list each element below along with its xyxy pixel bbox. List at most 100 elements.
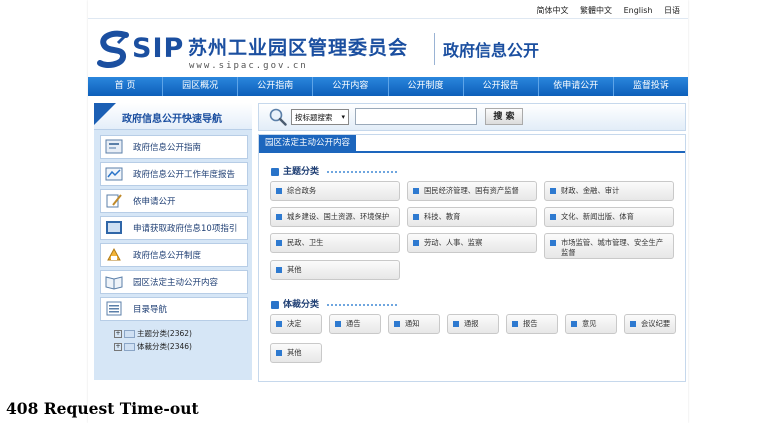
sidebar-item-disclosure[interactable]: 园区法定主动公开内容 xyxy=(100,270,248,294)
search-type-value: 按标题搜索 xyxy=(295,113,333,122)
sidebar-item-label: 依申请公开 xyxy=(133,197,176,207)
section-bullet-icon xyxy=(271,167,279,176)
theme-button-label: 综合政务 xyxy=(287,186,317,195)
header-subtitle: 政府信息公开 xyxy=(443,41,540,60)
search-button[interactable]: 搜 索 xyxy=(485,108,523,125)
tree-item-label: 主题分类(2362) xyxy=(137,329,192,338)
square-bullet-icon xyxy=(276,321,282,327)
lang-simplified-link[interactable]: 简体中文 xyxy=(536,6,568,15)
theme-button-label: 城乡建设、国土资源、环境保护 xyxy=(287,212,390,221)
theme-button-label: 其他 xyxy=(287,265,302,274)
square-bullet-icon xyxy=(512,321,518,327)
theme-button[interactable]: 劳动、人事、监察 xyxy=(407,233,537,253)
square-bullet-icon xyxy=(453,321,459,327)
main-nav: 首 页 园区概况 公开指南 公开内容 公开制度 公开报告 依申请公开 监督投诉 xyxy=(88,77,688,96)
sidebar-item-label: 申请获取政府信息10项指引 xyxy=(133,224,238,234)
sidebar-item-catalog[interactable]: 目录导航 xyxy=(100,297,248,321)
theme-button-label: 财政、金融、审计 xyxy=(561,186,620,195)
nav-content[interactable]: 公开内容 xyxy=(313,77,389,96)
sidebar-item-apply[interactable]: 依申请公开 xyxy=(100,189,248,213)
nav-report[interactable]: 公开报告 xyxy=(464,77,539,96)
genre-button-label: 通知 xyxy=(405,319,420,328)
square-bullet-icon xyxy=(413,188,419,194)
header-divider xyxy=(434,33,435,65)
theme-button-label: 科技、教育 xyxy=(424,212,461,221)
genre-button[interactable]: 通报 xyxy=(447,314,499,334)
tree-item-genre[interactable]: + 体裁分类(2346) xyxy=(114,341,192,352)
sip-logo-icon[interactable] xyxy=(96,29,132,69)
lang-traditional-link[interactable]: 繁體中文 xyxy=(580,6,612,15)
genre-button[interactable]: 意见 xyxy=(565,314,617,334)
disclosure-icon xyxy=(105,276,123,290)
genre-button[interactable]: 通知 xyxy=(388,314,440,334)
theme-button[interactable]: 城乡建设、国土资源、环境保护 xyxy=(270,207,400,227)
page-container: 简体中文 繁體中文 English 日语 SIP 苏州工业园区管理委员会 www… xyxy=(88,0,688,423)
folder-icon xyxy=(124,343,135,351)
genre-button[interactable]: 决定 xyxy=(270,314,322,334)
genre-button-label: 会议纪要 xyxy=(641,319,671,328)
content-tab[interactable]: 园区法定主动公开内容 xyxy=(259,135,357,151)
section-dotted-line xyxy=(327,171,397,176)
square-bullet-icon xyxy=(550,188,556,194)
expand-plus-icon[interactable]: + xyxy=(114,330,122,338)
sidebar-item-10-guides[interactable]: 申请获取政府信息10项指引 xyxy=(100,216,248,240)
sidebar-header: 政府信息公开快速导航 xyxy=(94,103,252,130)
square-bullet-icon xyxy=(276,267,282,273)
nav-application[interactable]: 依申请公开 xyxy=(539,77,614,96)
sidebar-item-guide[interactable]: 政府信息公开指南 xyxy=(100,135,248,159)
sidebar-item-annual-report[interactable]: 政府信息公开工作年度报告 xyxy=(100,162,248,186)
genre-button-label: 通告 xyxy=(346,319,361,328)
theme-button-label: 文化、新闻出版、体育 xyxy=(561,212,634,221)
theme-button[interactable]: 民政、卫生 xyxy=(270,233,400,253)
section-bullet-icon xyxy=(271,300,279,309)
folder-icon xyxy=(124,330,135,338)
theme-button-label: 国民经济管理、国有资产监督 xyxy=(424,186,519,195)
nav-system[interactable]: 公开制度 xyxy=(389,77,464,96)
nav-complaint[interactable]: 监督投诉 xyxy=(614,77,688,96)
system-icon xyxy=(107,247,121,261)
report-icon xyxy=(105,167,123,181)
square-bullet-icon xyxy=(276,188,282,194)
theme-button[interactable]: 综合政务 xyxy=(270,181,400,201)
nav-guide[interactable]: 公开指南 xyxy=(238,77,314,96)
genre-button[interactable]: 其他 xyxy=(270,343,322,363)
search-type-select[interactable]: 按标题搜索 ▾ xyxy=(291,109,349,125)
square-bullet-icon xyxy=(571,321,577,327)
tree-item-theme[interactable]: + 主题分类(2362) xyxy=(114,328,192,339)
square-bullet-icon xyxy=(630,321,636,327)
search-bar: 按标题搜索 ▾ 搜 索 xyxy=(258,103,686,131)
theme-button[interactable]: 市场监管、城市管理、安全生产监督 xyxy=(544,233,674,259)
instructions-icon xyxy=(106,221,122,234)
lang-english-link[interactable]: English xyxy=(624,6,653,15)
theme-button[interactable]: 科技、教育 xyxy=(407,207,537,227)
genre-button[interactable]: 会议纪要 xyxy=(624,314,676,334)
theme-button[interactable]: 文化、新闻出版、体育 xyxy=(544,207,674,227)
theme-button[interactable]: 其他 xyxy=(270,260,400,280)
site-header: SIP 苏州工业园区管理委员会 www.sipac.gov.cn 政府信息公开 xyxy=(88,18,688,77)
tree-item-label: 体裁分类(2346) xyxy=(137,342,192,351)
language-bar: 简体中文 繁體中文 English 日语 xyxy=(527,5,680,16)
genre-button[interactable]: 报告 xyxy=(506,314,558,334)
theme-button-label: 市场监管、城市管理、安全生产监督 xyxy=(561,238,664,257)
square-bullet-icon xyxy=(413,240,419,246)
sidebar-item-system[interactable]: 政府信息公开制度 xyxy=(100,243,248,267)
genre-section-heading: 体裁分类 xyxy=(271,297,319,310)
chevron-down-icon: ▾ xyxy=(341,113,345,121)
application-icon xyxy=(106,194,122,208)
theme-section-heading: 主题分类 xyxy=(271,164,319,177)
site-domain: www.sipac.gov.cn xyxy=(189,61,308,71)
theme-button[interactable]: 国民经济管理、国有资产监督 xyxy=(407,181,537,201)
nav-overview[interactable]: 园区概况 xyxy=(163,77,239,96)
search-input[interactable] xyxy=(355,108,477,125)
theme-button[interactable]: 财政、金融、审计 xyxy=(544,181,674,201)
genre-button[interactable]: 通告 xyxy=(329,314,381,334)
sidebar-title: 政府信息公开快速导航 xyxy=(122,114,222,125)
guide-icon xyxy=(105,139,123,154)
lang-japanese-link[interactable]: 日语 xyxy=(664,6,680,15)
genre-button-label: 意见 xyxy=(582,319,597,328)
sidebar-corner-decoration xyxy=(94,103,116,125)
nav-home[interactable]: 首 页 xyxy=(88,77,164,96)
theme-button-label: 民政、卫生 xyxy=(287,238,324,247)
theme-heading-label: 主题分类 xyxy=(283,167,320,177)
expand-plus-icon[interactable]: + xyxy=(114,343,122,351)
